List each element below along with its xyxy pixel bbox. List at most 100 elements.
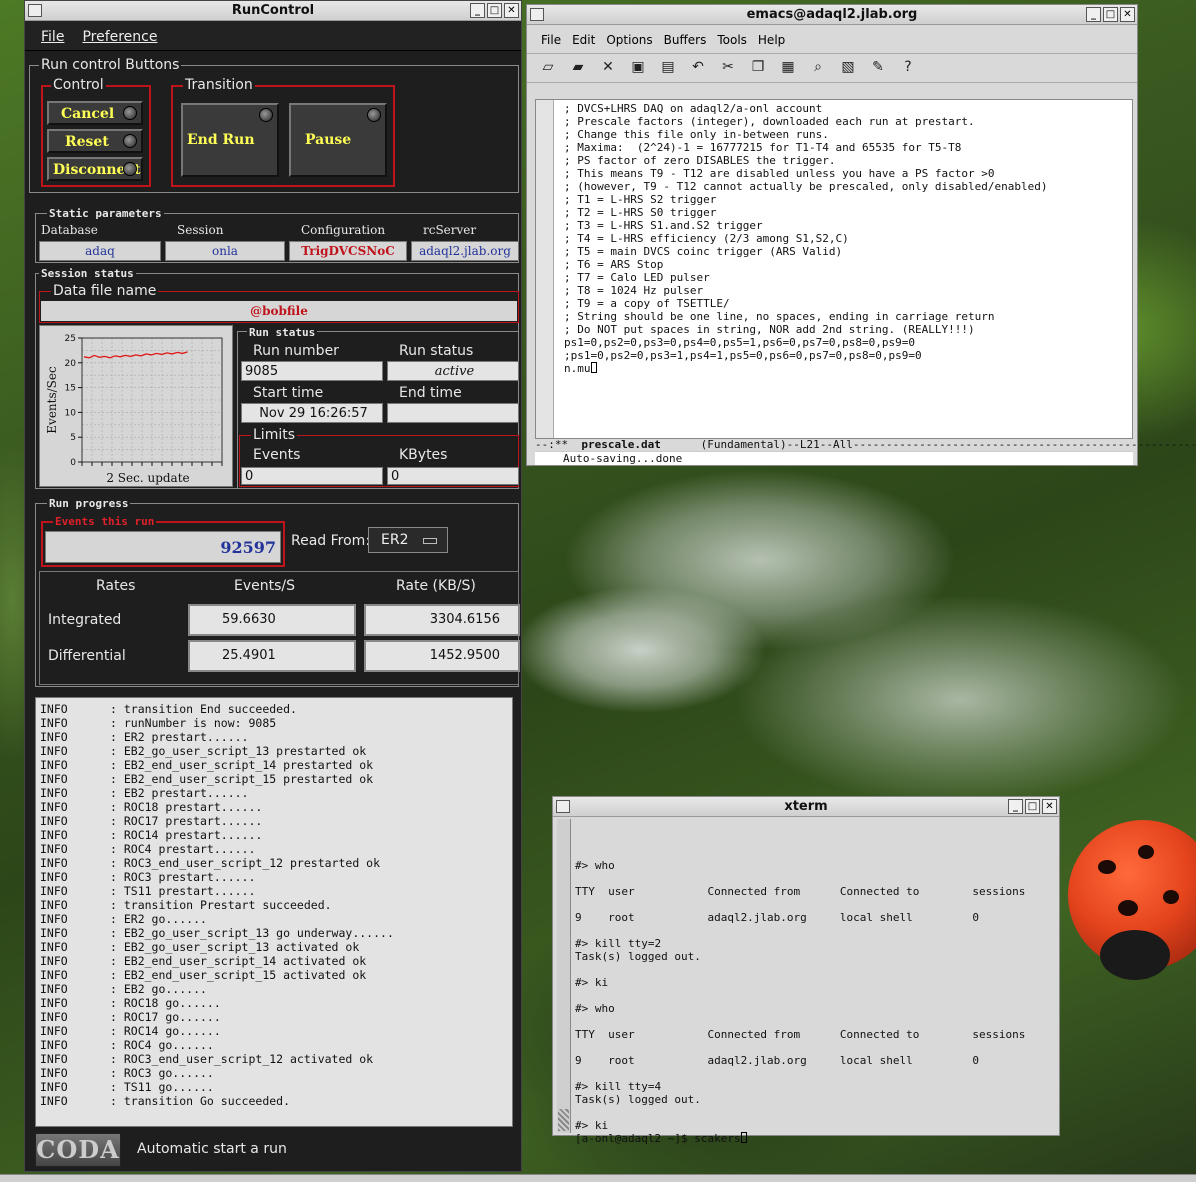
menu-edit[interactable]: Edit	[572, 33, 595, 53]
log-level: INFO	[40, 1024, 68, 1038]
xterm-titlebar[interactable]: xterm _ □ ✕	[553, 797, 1059, 817]
menu-help[interactable]: Help	[758, 33, 785, 53]
log-entry: INFO: EB2_go_user_script_13 activated ok	[40, 940, 512, 954]
database-field: adaq	[39, 241, 161, 261]
menu-file[interactable]: File	[41, 29, 64, 50]
maximize-button[interactable]: □	[487, 3, 502, 18]
menu-options[interactable]: Options	[606, 33, 652, 53]
menu-file[interactable]: File	[541, 33, 561, 53]
log-message: : ER2 prestart......	[110, 730, 249, 744]
chart-xlabel: 2 Sec. update	[106, 471, 189, 485]
window-title: emacs@adaql2.jlab.org	[746, 7, 918, 22]
menu-tools[interactable]: Tools	[717, 33, 747, 53]
editor-line: ; T2 = L-HRS S0 trigger	[564, 206, 717, 219]
menu-buffers[interactable]: Buffers	[664, 33, 707, 53]
search-icon[interactable]: ⌕	[809, 58, 827, 76]
configuration-field: TrigDVCSNoC	[289, 241, 407, 261]
log-entry: INFO: ROC3 go......	[40, 1066, 512, 1080]
log-message: : EB2_end_user_script_15 prestarted ok	[110, 772, 374, 786]
paste-icon[interactable]: ▦	[779, 58, 797, 76]
disconnect-button[interactable]: Disconnect	[47, 157, 143, 181]
integrated-events-field: 59.6630	[188, 604, 356, 636]
chart-ytick-label: 10	[65, 408, 77, 418]
terminal-line: TTY user Connected from Connected to ses…	[575, 1028, 1026, 1041]
close-button[interactable]: ✕	[504, 3, 519, 18]
minimize-button[interactable]: _	[470, 3, 485, 18]
log-entry: INFO: ROC4 prestart......	[40, 842, 512, 856]
end-run-button[interactable]: End Run	[181, 103, 279, 177]
minimize-button[interactable]: _	[1086, 7, 1101, 22]
save-as-icon[interactable]: ▤	[659, 58, 677, 76]
log-message: : ROC3_end_user_script_12 activated ok	[110, 1052, 374, 1066]
help-icon[interactable]: ?	[899, 58, 917, 76]
terminal-line: #> kill tty=4	[575, 1080, 662, 1093]
close-buffer-icon[interactable]: ✕	[599, 58, 617, 76]
read-from-select[interactable]: ER2	[368, 527, 448, 553]
log-message: : ROC14 go......	[110, 1024, 221, 1038]
editor-scrollbar[interactable]	[536, 100, 554, 438]
modeline-rest: (Fundamental)--L21--All	[660, 438, 853, 451]
editor-line: ; T1 = L-HRS S2 trigger	[564, 193, 717, 206]
events-s-header: Events/S	[234, 578, 296, 594]
log-entry: INFO: ROC3_end_user_script_12 activated …	[40, 1052, 512, 1066]
preferences-icon[interactable]: ✎	[869, 58, 887, 76]
chart-ytick-label: 20	[65, 359, 77, 369]
runcontrol-titlebar[interactable]: RunControl _ □ ✕	[25, 1, 521, 21]
save-icon[interactable]: ▣	[629, 58, 647, 76]
session-label: Session	[177, 223, 224, 237]
reset-button[interactable]: Reset	[47, 129, 143, 153]
close-button[interactable]: ✕	[1120, 7, 1135, 22]
emacs-editor[interactable]: ; DVCS+LHRS DAQ on adaql2/a-onl account;…	[535, 99, 1133, 439]
open-folder-icon[interactable]: ▰	[569, 58, 587, 76]
differential-label: Differential	[48, 648, 126, 664]
integrated-rate-field: 3304.6156	[364, 604, 520, 636]
log-message: : TS11 go......	[110, 1080, 214, 1094]
log-entry: INFO: ROC14 prestart......	[40, 828, 512, 842]
log-message: : EB2_go_user_script_13 activated ok	[110, 940, 360, 954]
log-entry: INFO: TS11 prestart......	[40, 884, 512, 898]
maximize-button[interactable]: □	[1025, 799, 1040, 814]
copy-icon[interactable]: ❐	[749, 58, 767, 76]
terminal-line: [a-onl@adaql2 ~]$ scakers	[575, 1132, 747, 1145]
window-menu-icon[interactable]	[28, 4, 42, 17]
close-button[interactable]: ✕	[1042, 799, 1057, 814]
log-entry: INFO: EB2 prestart......	[40, 786, 512, 800]
log-message: : ROC3 go......	[110, 1066, 214, 1080]
undo-icon[interactable]: ↶	[689, 58, 707, 76]
log-level: INFO	[40, 814, 68, 828]
log-level: INFO	[40, 800, 68, 814]
terminal-scrollbar[interactable]	[557, 819, 571, 1133]
scrollbar-thumb[interactable]	[558, 1109, 569, 1131]
editor-line: ; Change this file only in-between runs.	[564, 128, 829, 141]
cut-icon[interactable]: ✂	[719, 58, 737, 76]
transition-label: Transition	[183, 77, 255, 93]
menu-preference[interactable]: Preference	[82, 29, 157, 50]
log-message: : EB2_end_user_script_14 activated ok	[110, 954, 367, 968]
pause-button[interactable]: Pause	[289, 103, 387, 177]
run-progress-label: Run progress	[47, 497, 131, 510]
kbytes-limit-field[interactable]: 0	[387, 467, 519, 485]
events-limit-field[interactable]: 0	[241, 467, 383, 485]
log-level: INFO	[40, 926, 68, 940]
maximize-button[interactable]: □	[1103, 7, 1118, 22]
log-level: INFO	[40, 842, 68, 856]
editor-line: ; T6 = ARS Stop	[564, 258, 664, 271]
new-file-icon[interactable]: ▱	[539, 58, 557, 76]
print-icon[interactable]: ▧	[839, 58, 857, 76]
editor-line: ; (however, T9 - T12 cannot actually be …	[564, 180, 1048, 193]
editor-line: ; T9 = a copy of TSETTLE/	[564, 297, 730, 310]
window-menu-icon[interactable]	[530, 8, 544, 21]
terminal-area[interactable]: #> who TTY user Connected from Connected …	[557, 819, 1057, 1145]
end-run-button-label: End Run	[187, 132, 255, 148]
emacs-titlebar[interactable]: emacs@adaql2.jlab.org _ □ ✕	[527, 5, 1137, 25]
window-menu-icon[interactable]	[556, 800, 570, 813]
minimize-button[interactable]: _	[1008, 799, 1023, 814]
kbytes-limit-label: KBytes	[399, 447, 448, 463]
message-log[interactable]: INFO: transition End succeeded. INFO: run…	[35, 697, 513, 1127]
editor-line: ; Maxima: (2^24)-1 = 16777215 for T1-T4 …	[564, 141, 962, 154]
differential-events-field: 25.4901	[188, 640, 356, 672]
emacs-toolbar: ▱ ▰ ✕ ▣ ▤ ↶ ✂ ❐ ▦ ⌕ ▧ ✎ ?	[527, 53, 1137, 83]
log-message: : EB2_go_user_script_13 prestarted ok	[110, 744, 367, 758]
cancel-button[interactable]: Cancel	[47, 101, 143, 125]
text-cursor	[590, 362, 597, 373]
